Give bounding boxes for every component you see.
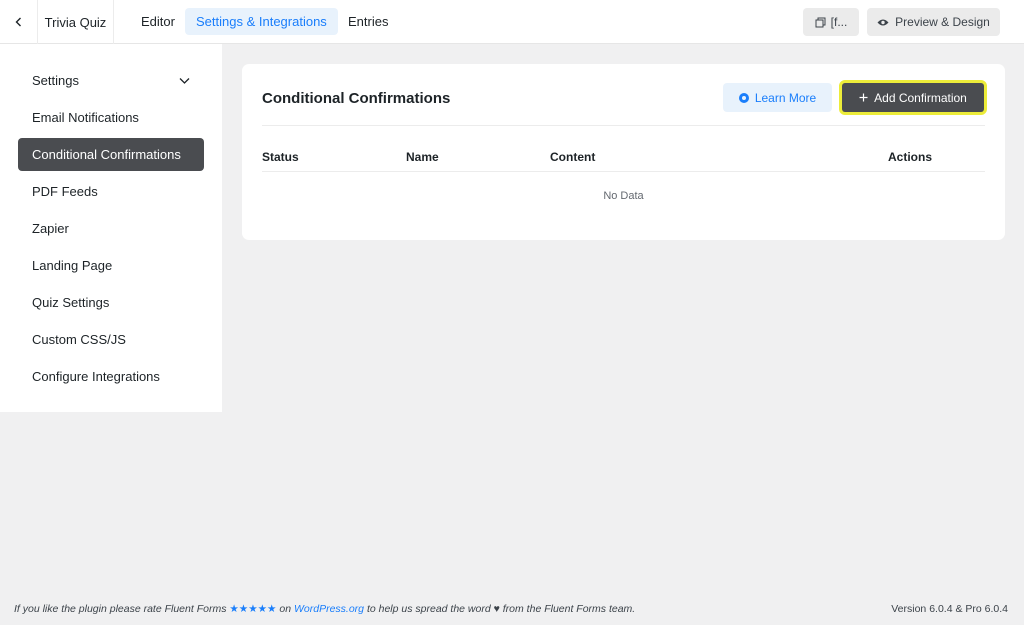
play-circle-icon <box>738 92 749 103</box>
sidebar-item-label: PDF Feeds <box>32 184 98 199</box>
empty-table-message: No Data <box>603 190 644 202</box>
column-header-status: Status <box>262 150 299 164</box>
footer-text-end: from the Fluent Forms team. <box>502 603 636 615</box>
tab-settings-integrations[interactable]: Settings & Integrations <box>185 8 338 35</box>
plus-icon <box>859 93 868 102</box>
sidebar-item-label: Quiz Settings <box>32 295 110 310</box>
column-header-content: Content <box>550 150 596 164</box>
settings-sidebar: Settings Email Notifications Conditional… <box>0 44 222 412</box>
shortcode-label: [f... <box>830 15 848 29</box>
footer-rating-note: If you like the plugin please rate Fluen… <box>14 603 635 615</box>
chevron-left-icon <box>15 17 21 27</box>
form-title: Trivia Quiz <box>38 0 114 44</box>
preview-label: Preview & Design <box>895 15 990 29</box>
tab-entries[interactable]: Entries <box>337 8 399 35</box>
copy-icon <box>815 17 826 27</box>
heart-icon: ♥ <box>493 603 500 615</box>
confirmations-card: Conditional Confirmations Learn More Add… <box>242 64 1005 240</box>
sidebar-item-label: Custom CSS/JS <box>32 332 126 347</box>
header-divider <box>262 125 985 126</box>
sidebar-item-configure-integrations[interactable]: Configure Integrations <box>18 360 204 393</box>
rating-stars-icon[interactable]: ★★★★★ <box>229 603 276 615</box>
page-title: Conditional Confirmations <box>262 90 451 107</box>
column-header-actions: Actions <box>888 150 933 164</box>
sidebar-item-label: Conditional Confirmations <box>32 147 181 162</box>
sidebar-item-email-notifications[interactable]: Email Notifications <box>18 101 204 134</box>
footer-text-on: on <box>279 603 292 615</box>
add-confirmation-button[interactable]: Add Confirmation <box>839 80 987 115</box>
sidebar-item-quiz-settings[interactable]: Quiz Settings <box>18 286 204 319</box>
tab-editor[interactable]: Editor <box>130 8 186 35</box>
chevron-down-icon <box>179 78 190 84</box>
learn-more-button[interactable]: Learn More <box>723 83 832 112</box>
add-confirmation-button-inner[interactable]: Add Confirmation <box>842 83 984 112</box>
sidebar-item-pdf-feeds[interactable]: PDF Feeds <box>18 175 204 208</box>
wordpress-org-link[interactable]: WordPress.org <box>294 603 364 615</box>
table-header-divider <box>262 171 985 172</box>
version-info: Version 6.0.4 & Pro 6.0.4 <box>891 603 1008 615</box>
sidebar-item-label: Landing Page <box>32 258 113 273</box>
eye-icon <box>877 19 889 25</box>
sidebar-item-custom-css-js[interactable]: Custom CSS/JS <box>18 323 204 356</box>
sidebar-item-settings[interactable]: Settings <box>18 64 204 97</box>
footer-text-after: to help us spread the word <box>366 603 491 615</box>
sidebar-item-label: Email Notifications <box>32 110 139 125</box>
footer-text-before: If you like the plugin please rate Fluen… <box>14 603 227 615</box>
column-header-name: Name <box>406 150 439 164</box>
sidebar-item-label: Settings <box>32 73 79 88</box>
preview-design-button[interactable]: Preview & Design <box>867 8 1000 36</box>
top-bar: Trivia Quiz Editor Settings & Integratio… <box>0 0 1024 44</box>
back-button[interactable] <box>0 0 38 44</box>
learn-more-label: Learn More <box>754 90 817 105</box>
add-confirmation-label: Add Confirmation <box>874 90 967 105</box>
sidebar-item-landing-page[interactable]: Landing Page <box>18 249 204 282</box>
shortcode-button[interactable]: [f... <box>803 8 859 36</box>
sidebar-item-conditional-confirmations[interactable]: Conditional Confirmations <box>18 138 204 171</box>
sidebar-item-label: Configure Integrations <box>32 369 160 384</box>
sidebar-item-zapier[interactable]: Zapier <box>18 212 204 245</box>
sidebar-item-label: Zapier <box>32 221 69 236</box>
